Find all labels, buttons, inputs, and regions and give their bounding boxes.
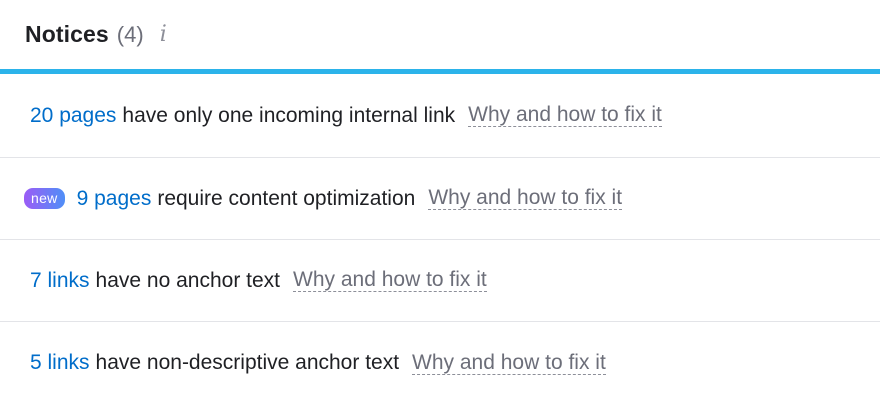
notices-list: 20 pages have only one incoming internal… bbox=[0, 74, 880, 404]
notice-count-link[interactable]: 5 links bbox=[30, 351, 90, 375]
new-badge: new bbox=[24, 188, 65, 209]
notice-count-link[interactable]: 7 links bbox=[30, 269, 90, 293]
notice-row: 20 pages have only one incoming internal… bbox=[0, 74, 880, 158]
notice-count-link[interactable]: 9 pages bbox=[77, 187, 152, 211]
notice-description: have non-descriptive anchor text bbox=[95, 351, 400, 374]
notice-description: require content optimization bbox=[157, 186, 416, 210]
why-how-fix-link[interactable]: Why and how to fix it bbox=[412, 351, 606, 375]
why-how-fix-link[interactable]: Why and how to fix it bbox=[293, 269, 487, 292]
panel-title: Notices bbox=[25, 21, 109, 47]
notice-count-link[interactable]: 20 pages bbox=[30, 104, 116, 128]
notice-row: 5 links have non-descriptive anchor text… bbox=[0, 322, 880, 404]
notice-row: 7 links have no anchor text Why and how … bbox=[0, 240, 880, 322]
notice-row: new 9 pages require content optimization… bbox=[0, 158, 880, 240]
notices-panel: Notices (4) i 20 pages have only one inc… bbox=[0, 0, 880, 400]
why-how-fix-link[interactable]: Why and how to fix it bbox=[428, 187, 623, 210]
notice-description: have no anchor text bbox=[95, 268, 280, 292]
notice-description: have only one incoming internal link bbox=[122, 103, 456, 127]
info-icon[interactable]: i bbox=[160, 22, 167, 47]
notices-header: Notices (4) i bbox=[0, 0, 880, 69]
notices-count: (4) bbox=[116, 21, 144, 47]
why-how-fix-link[interactable]: Why and how to fix it bbox=[468, 104, 662, 127]
